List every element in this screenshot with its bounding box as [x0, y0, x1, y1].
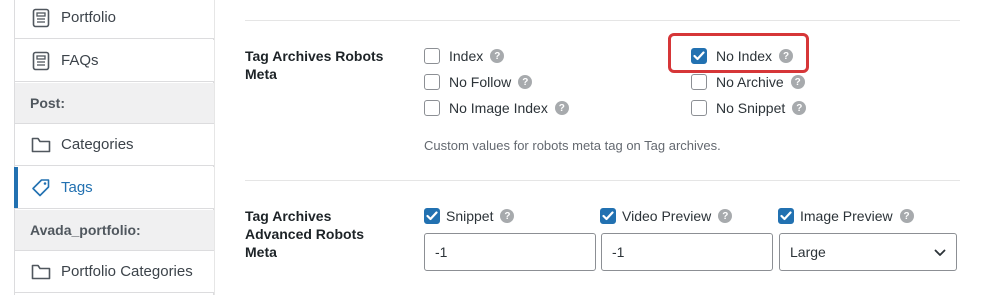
sidebar-group-label: Avada_portfolio: [30, 222, 141, 238]
no-snippet-checkbox[interactable]: No Snippet ? [691, 100, 807, 116]
checkbox-box[interactable] [424, 100, 440, 116]
no-image-index-checkbox[interactable]: No Image Index ? [424, 100, 569, 116]
folder-icon [31, 135, 51, 155]
sidebar-item-label: Categories [61, 136, 134, 153]
settings-panel: Tag Archives Robots Meta Index ? No Foll… [214, 0, 1002, 295]
help-icon[interactable]: ? [490, 49, 505, 63]
checkbox-label: No Snippet [716, 100, 786, 116]
checkbox-box[interactable] [424, 48, 440, 64]
checkbox-label: No Follow [449, 74, 512, 90]
checkbox-label: Index [449, 48, 484, 64]
robots-meta-description: Custom values for robots meta tag on Tag… [424, 138, 721, 153]
checkbox-box-checked[interactable] [424, 208, 440, 224]
checkmark-icon [602, 211, 614, 221]
checkmark-icon [693, 51, 705, 61]
no-index-checkbox[interactable]: No Index ? [691, 48, 794, 64]
document-icon [31, 8, 51, 28]
sidebar-item-label: Portfolio [61, 9, 117, 26]
video-preview-checkbox[interactable]: Video Preview ? [600, 208, 733, 224]
checkmark-icon [426, 211, 438, 221]
sidebar-item-portfolio[interactable]: Portfolio [15, 0, 214, 39]
checkbox-box[interactable] [424, 74, 440, 90]
sidebar-item-tags[interactable]: Tags [14, 167, 214, 209]
checkbox-label: No Archive [716, 74, 784, 90]
sidebar-group-post: Post: [15, 83, 214, 124]
no-follow-checkbox[interactable]: No Follow ? [424, 74, 533, 90]
help-icon[interactable]: ? [500, 209, 515, 223]
sidebar-item-faqs[interactable]: FAQs [15, 40, 214, 82]
robots-meta-label: Tag Archives Robots Meta [245, 48, 384, 82]
help-icon[interactable]: ? [792, 101, 807, 115]
checkbox-label: No Image Index [449, 100, 548, 116]
checkbox-label: Image Preview [800, 208, 893, 224]
sidebar: Portfolio FAQs Post: Categories Tags Ava… [14, 0, 214, 295]
sidebar-item-label: Portfolio Categories [61, 263, 193, 280]
checkbox-label: Video Preview [622, 208, 712, 224]
index-checkbox[interactable]: Index ? [424, 48, 505, 64]
sidebar-item-categories[interactable]: Categories [15, 124, 214, 166]
checkbox-box[interactable] [691, 100, 707, 116]
video-preview-length-input[interactable]: -1 [601, 233, 773, 271]
sidebar-item-label: FAQs [61, 52, 99, 69]
advanced-robots-meta-label: Tag Archives Advanced Robots Meta [245, 208, 365, 260]
sidebar-item-label: Tags [61, 179, 93, 196]
sidebar-group-avada-portfolio: Avada_portfolio: [15, 210, 214, 251]
snippet-checkbox[interactable]: Snippet ? [424, 208, 515, 224]
chevron-down-icon [934, 244, 946, 260]
help-icon[interactable]: ? [554, 101, 569, 115]
help-icon[interactable]: ? [718, 209, 733, 223]
checkbox-box-checked[interactable] [600, 208, 616, 224]
checkbox-box-checked[interactable] [778, 208, 794, 224]
document-icon [31, 51, 51, 71]
folder-icon [31, 262, 51, 282]
sidebar-group-label: Post: [30, 95, 65, 111]
checkmark-icon [780, 211, 792, 221]
image-preview-select[interactable]: Large [779, 233, 957, 271]
no-archive-checkbox[interactable]: No Archive ? [691, 74, 805, 90]
divider [245, 20, 960, 21]
checkbox-label: No Index [716, 48, 773, 64]
checkbox-box-checked[interactable] [691, 48, 707, 64]
select-value: Large [790, 244, 826, 260]
help-icon[interactable]: ? [779, 49, 794, 63]
checkbox-box[interactable] [691, 74, 707, 90]
snippet-length-input[interactable]: -1 [424, 233, 596, 271]
divider [245, 180, 960, 181]
help-icon[interactable]: ? [518, 75, 533, 89]
sidebar-item-portfolio-categories[interactable]: Portfolio Categories [15, 251, 214, 293]
tag-icon [31, 178, 51, 198]
help-icon[interactable]: ? [790, 75, 805, 89]
checkbox-label: Snippet [446, 208, 494, 224]
help-icon[interactable]: ? [899, 209, 914, 223]
image-preview-checkbox[interactable]: Image Preview ? [778, 208, 914, 224]
